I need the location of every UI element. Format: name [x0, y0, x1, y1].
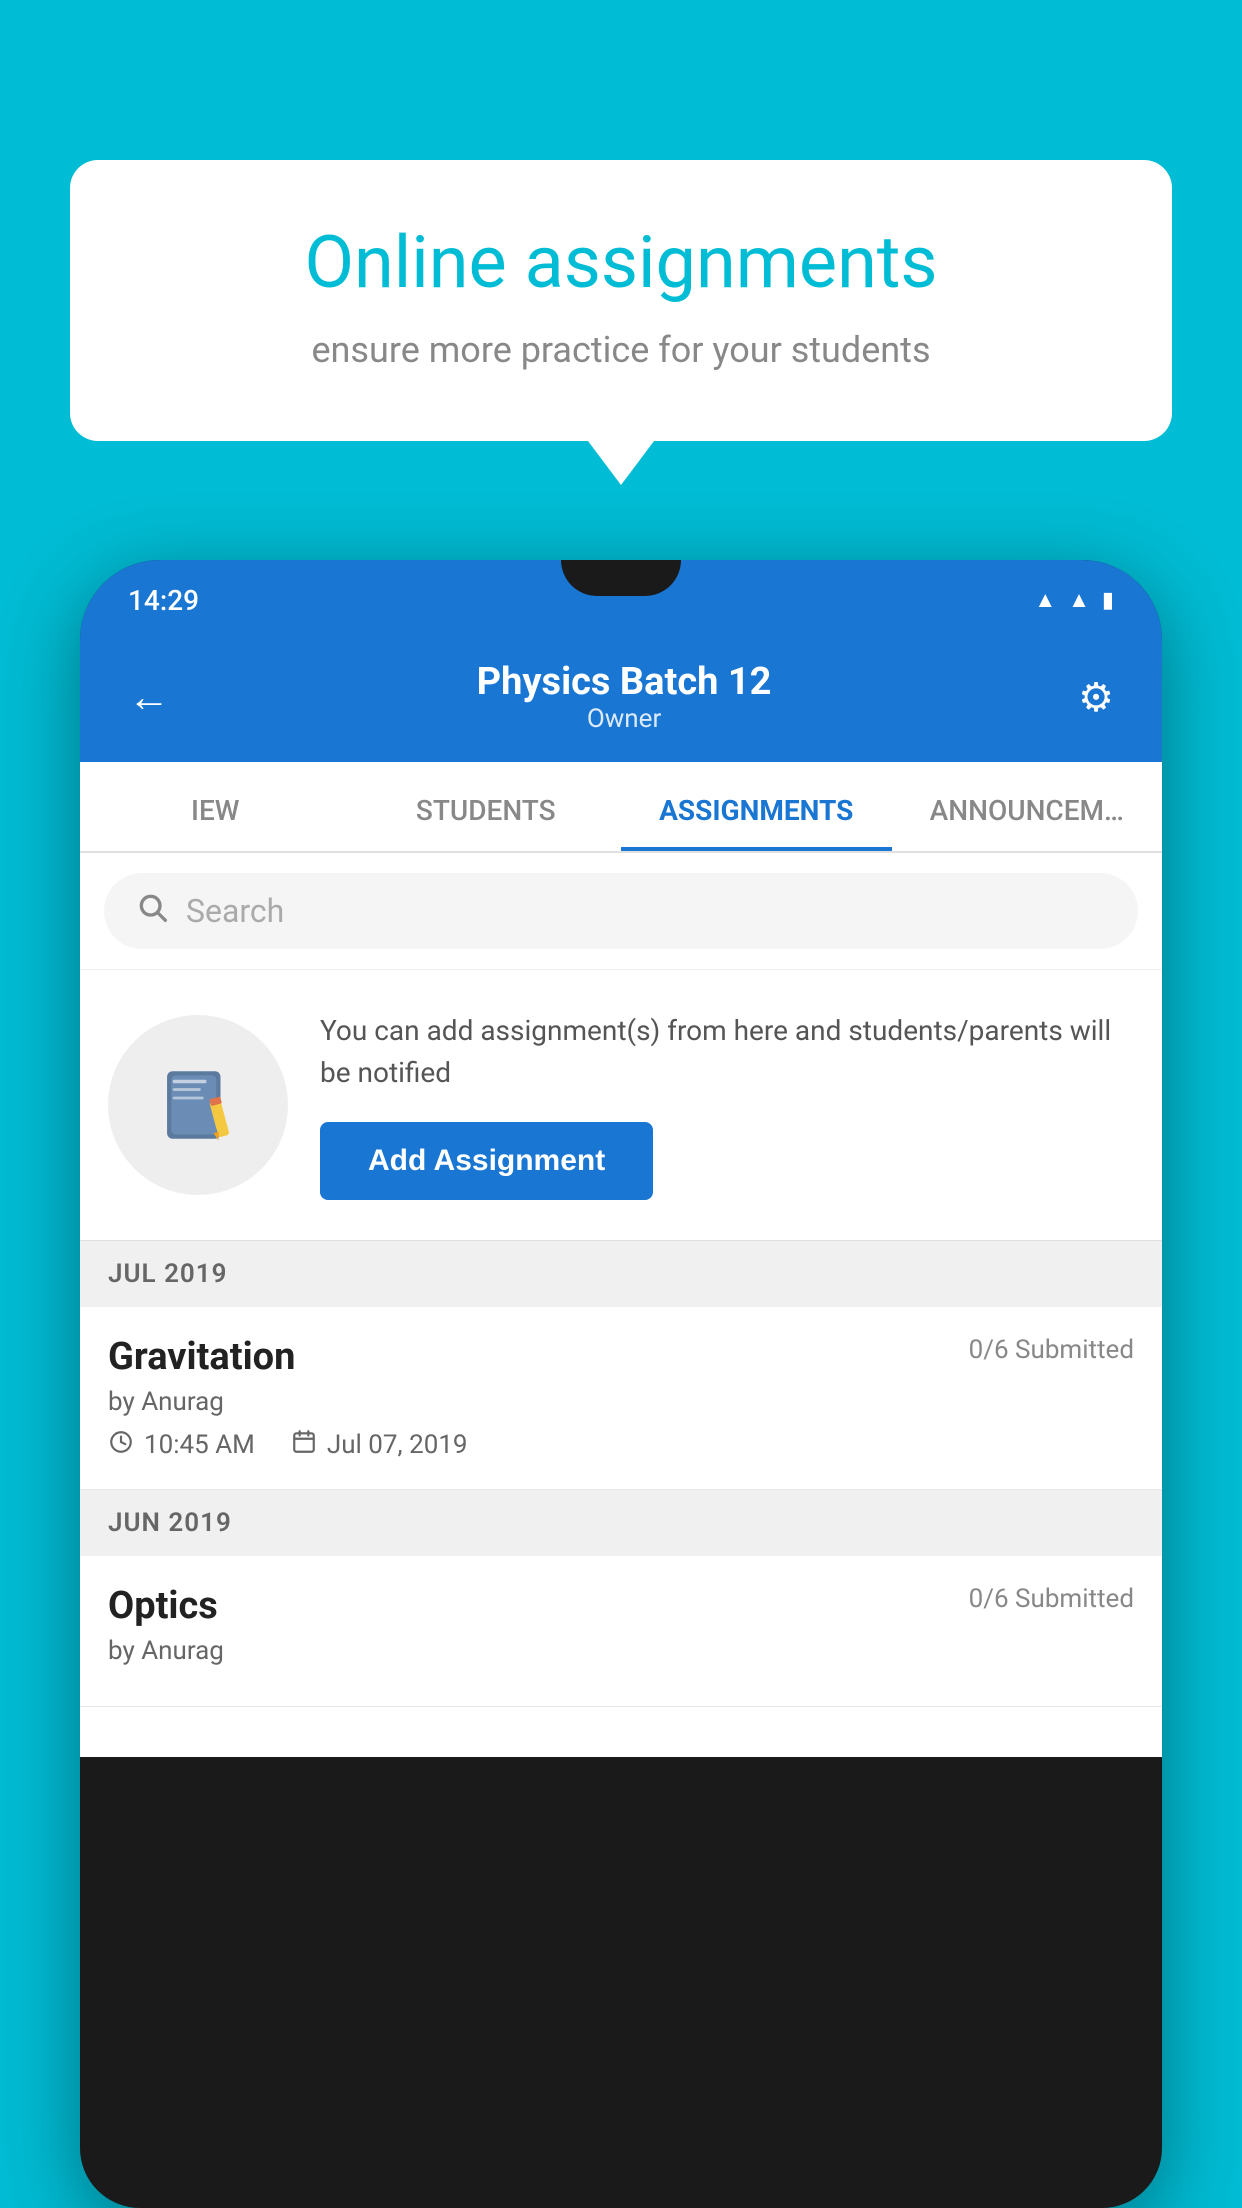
battery-icon: ▮	[1102, 588, 1114, 613]
header-title: Physics Batch 12	[477, 660, 772, 704]
header-subtitle: Owner	[477, 704, 772, 734]
meta-time: 10:45 AM	[108, 1429, 255, 1461]
tabs-bar: IEW STUDENTS ASSIGNMENTS ANNOUNCEM…	[80, 762, 1162, 853]
speech-bubble-title: Online assignments	[150, 220, 1092, 305]
tab-announcements[interactable]: ANNOUNCEM…	[892, 762, 1163, 851]
speech-bubble-container: Online assignments ensure more practice …	[70, 160, 1172, 441]
tab-students[interactable]: STUDENTS	[351, 762, 622, 851]
add-assignment-button[interactable]: Add Assignment	[320, 1122, 653, 1200]
tab-assignments[interactable]: ASSIGNMENTS	[621, 762, 892, 851]
status-icons: ▲ ▲ ▮	[1034, 587, 1114, 613]
tab-iew[interactable]: IEW	[80, 762, 351, 851]
search-icon	[136, 891, 168, 931]
signal-icon: ▲	[1068, 587, 1090, 613]
clock-icon	[108, 1429, 134, 1461]
settings-icon[interactable]: ⚙	[1078, 674, 1114, 721]
assignment-item-gravitation[interactable]: Gravitation 0/6 Submitted by Anurag 10:4…	[80, 1307, 1162, 1490]
promo-description: You can add assignment(s) from here and …	[320, 1010, 1134, 1094]
assignment-meta: 10:45 AM Jul 07, 2019	[108, 1429, 1134, 1461]
assignment-title-optics: Optics	[108, 1584, 218, 1628]
promo-icon-circle	[108, 1015, 288, 1195]
assignment-title: Gravitation	[108, 1335, 295, 1379]
promo-text-block: You can add assignment(s) from here and …	[320, 1010, 1134, 1200]
app-header: ← Physics Batch 12 Owner ⚙	[80, 640, 1162, 762]
meta-date: Jul 07, 2019	[291, 1429, 468, 1461]
assignment-submitted-optics: 0/6 Submitted	[969, 1584, 1134, 1614]
phone-bottom	[80, 1707, 1162, 1757]
section-header-jul: JUL 2019	[80, 1241, 1162, 1307]
search-placeholder: Search	[186, 892, 284, 930]
status-bar: 14:29 ▲ ▲ ▮	[80, 560, 1162, 640]
phone-frame: 14:29 ▲ ▲ ▮ ← Physics Batch 12 Owner ⚙ I…	[80, 560, 1162, 2208]
assignment-top-row-optics: Optics 0/6 Submitted	[108, 1584, 1134, 1628]
section-header-jun: JUN 2019	[80, 1490, 1162, 1556]
assignment-author: by Anurag	[108, 1387, 1134, 1417]
wifi-icon: ▲	[1034, 587, 1056, 613]
notebook-icon	[153, 1060, 243, 1150]
add-assignment-promo: You can add assignment(s) from here and …	[80, 970, 1162, 1241]
assignment-top-row: Gravitation 0/6 Submitted	[108, 1335, 1134, 1379]
header-title-block: Physics Batch 12 Owner	[477, 660, 772, 734]
assignment-author-optics: by Anurag	[108, 1636, 1134, 1666]
phone-content: Search You can add assignment(s	[80, 853, 1162, 1707]
speech-bubble: Online assignments ensure more practice …	[70, 160, 1172, 441]
speech-bubble-subtitle: ensure more practice for your students	[150, 329, 1092, 371]
status-time: 14:29	[128, 584, 199, 617]
search-bar-container: Search	[80, 853, 1162, 970]
assignment-submitted: 0/6 Submitted	[969, 1335, 1134, 1365]
assignment-item-optics[interactable]: Optics 0/6 Submitted by Anurag	[80, 1556, 1162, 1707]
search-bar[interactable]: Search	[104, 873, 1138, 949]
calendar-icon	[291, 1429, 317, 1461]
back-button[interactable]: ←	[128, 673, 170, 722]
